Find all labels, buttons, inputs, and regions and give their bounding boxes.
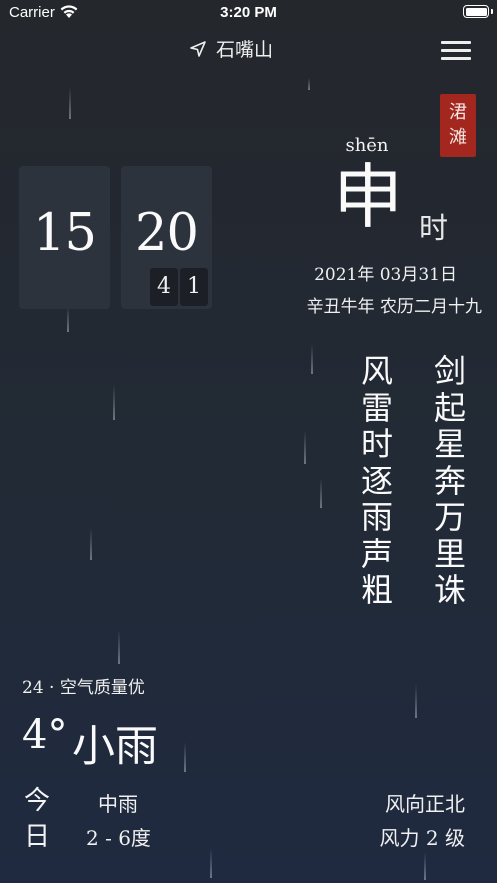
today-char: 今 [23, 786, 50, 816]
today-char: 日 [23, 822, 50, 852]
poem-char: 里 [433, 534, 466, 573]
stamp-line-1: 涒 [449, 102, 467, 123]
location-name: 石嘴山 [216, 39, 274, 61]
poem-char: 雨 [360, 498, 393, 536]
forecast-range: 2 - 6度 [86, 826, 151, 850]
air-quality: 24 · 空气质量优 [22, 678, 145, 698]
poem-char: 诛 [433, 571, 466, 609]
poem-char: 万 [433, 498, 466, 536]
gregorian-date: 2021年 03月31日 [314, 265, 457, 285]
status-time: 3:20 PM [220, 4, 277, 21]
poem-column-right: 剑 起 星 奔 万 里 诛 [430, 353, 470, 609]
poem-char: 时 [360, 425, 393, 463]
poem-char: 星 [433, 425, 466, 463]
current-condition: 小雨 [72, 722, 158, 772]
year-stamp: 涒 滩 [440, 94, 476, 157]
poem-char: 起 [433, 388, 466, 427]
today-label: 今 日 [22, 783, 52, 855]
location-button[interactable]: 石嘴山 [188, 35, 273, 62]
status-bar: Carrier 3:20 PM [0, 0, 497, 26]
wind-direction: 风向正北 [385, 792, 465, 816]
poem-column-left: 风 雷 时 逐 雨 声 粗 [357, 353, 397, 609]
battery-icon [463, 5, 489, 18]
lunar-date: 辛丑牛年 农历二月十九 [306, 297, 482, 317]
poem-char: 声 [360, 534, 393, 573]
forecast-condition: 中雨 [98, 792, 138, 816]
wind-strength: 风力 2 级 [379, 826, 465, 850]
poem-char: 奔 [433, 461, 466, 500]
location-arrow-icon [190, 40, 206, 57]
current-temperature: 4° [22, 712, 68, 758]
poem-char: 雷 [360, 388, 393, 427]
stamp-line-2: 滩 [449, 127, 467, 148]
second-ones: 1 [180, 268, 208, 306]
shichen-suffix: 时 [419, 211, 449, 245]
poem-char: 剑 [433, 352, 466, 390]
hour-card: 15 [19, 166, 110, 309]
poem-char: 粗 [360, 571, 393, 609]
poem-char: 逐 [360, 461, 393, 500]
nav-bar: 石嘴山 [0, 35, 497, 67]
hamburger-menu-icon[interactable] [441, 41, 471, 61]
minute-value: 20 [135, 204, 199, 263]
battery-tip [491, 9, 493, 14]
hour-value: 15 [33, 204, 97, 263]
poem-char: 风 [360, 352, 393, 390]
second-tens: 4 [150, 268, 178, 306]
shichen-pinyin: shēn [345, 135, 389, 156]
shichen-char: 申 [333, 156, 403, 238]
